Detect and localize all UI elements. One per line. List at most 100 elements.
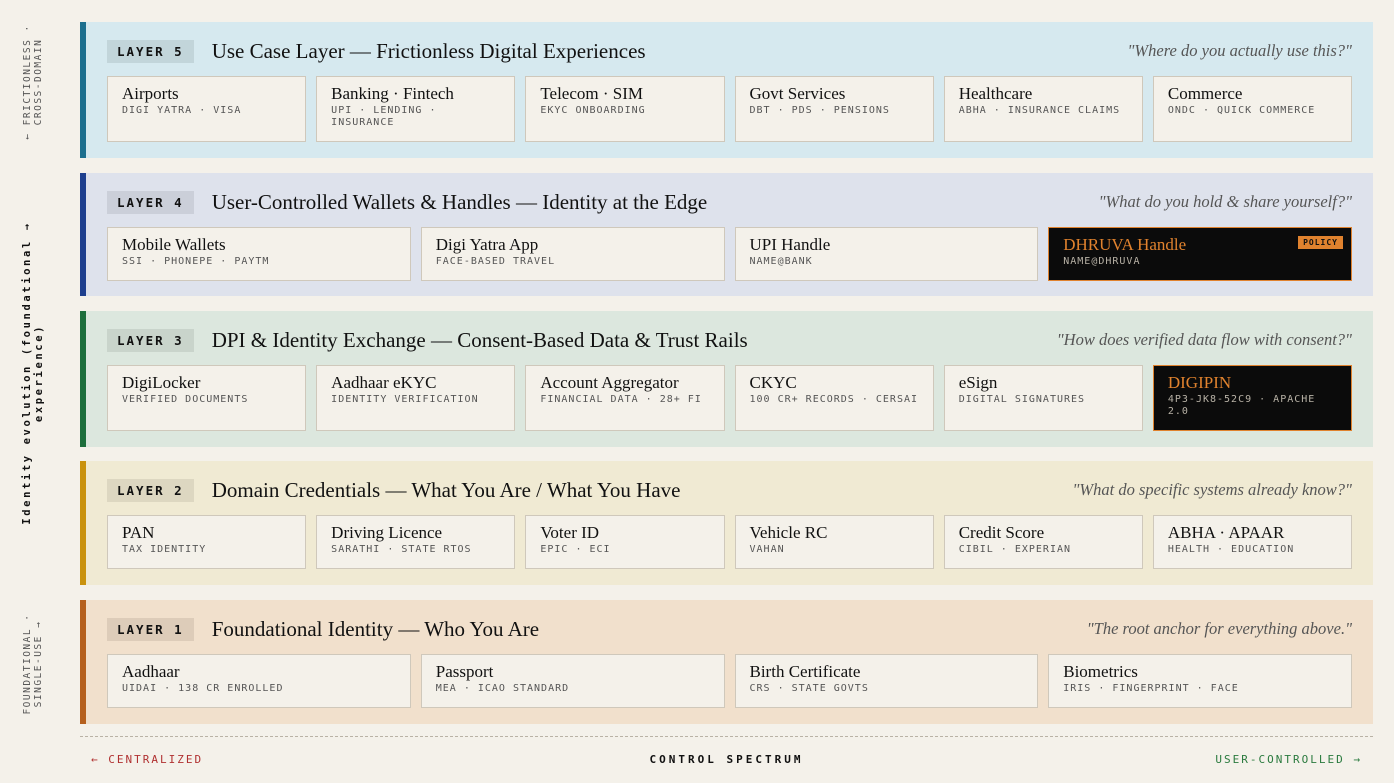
axis-label-foundational-line1: Foundational ·	[22, 613, 33, 715]
card-title: PAN	[122, 523, 155, 542]
card-title: Govt Services	[749, 84, 846, 103]
axis-title-line2: experience)	[33, 323, 45, 423]
card-biometrics: Biometrics IRIS · FINGERPRINT · FACE	[1048, 654, 1352, 708]
layer-4-panel: LAYER 4 User-Controlled Wallets & Handle…	[80, 173, 1373, 296]
layer-question: "What do specific systems already know?"	[1072, 480, 1353, 499]
card-subtitle: FINANCIAL DATA · 28+ FI	[540, 394, 702, 405]
card-subtitle: 4P3-JK8-52C9 · APACHE 2.0	[1167, 394, 1316, 417]
layer-5-panel: LAYER 5 Use Case Layer — Frictionless Di…	[80, 22, 1373, 158]
card-subtitle: CIBIL · EXPERIAN	[958, 544, 1072, 555]
card-subtitle: DIGITAL SIGNATURES	[958, 394, 1086, 405]
card-airports: Airports DIGI YATRA · VISA	[107, 76, 307, 142]
layer-question: "The root anchor for everything above."	[1086, 619, 1352, 638]
card-row: DigiLocker VERIFIED DOCUMENTS Aadhaar eK…	[107, 365, 1353, 431]
card-title: Vehicle RC	[749, 523, 828, 542]
card-subtitle: SSI · PHONEPE · PAYTM	[122, 256, 270, 267]
card-row: PAN TAX IDENTITY Driving Licence SARATHI…	[107, 515, 1353, 569]
layer-tag: LAYER 3	[107, 328, 194, 352]
axis-label-foundational: Foundational · single-use →	[22, 604, 44, 724]
card-row: Aadhaar UIDAI · 138 CR ENROLLED Passport…	[107, 654, 1352, 708]
card-subtitle: IDENTITY VERIFICATION	[331, 394, 479, 405]
card-esign: eSign DIGITAL SIGNATURES	[943, 365, 1143, 431]
layer-3-panel: LAYER 3 DPI & Identity Exchange — Consen…	[80, 311, 1373, 447]
card-title: Digi Yatra App	[435, 235, 539, 254]
card-subtitle: IRIS · FINGERPRINT · FACE	[1063, 683, 1239, 694]
layer-title: Foundational Identity — Who You Are	[211, 616, 540, 641]
card-title: Birth Certificate	[749, 662, 861, 681]
card-title: ABHA · APAAR	[1167, 523, 1285, 542]
card-driving-licence: Driving Licence SARATHI · STATE RTOS	[316, 515, 516, 569]
axis-title-line1: Identity evolution (foundational →	[21, 221, 33, 525]
card-govt-services: Govt Services DBT · PDS · PENSIONS	[734, 76, 934, 142]
card-title: eSign	[958, 373, 998, 392]
card-title: Telecom · SIM	[540, 84, 644, 103]
layer-header: LAYER 2 Domain Credentials — What You Ar…	[107, 477, 1352, 503]
card-title: Commerce	[1167, 84, 1243, 103]
card-abha-apaar: ABHA · APAAR HEALTH · EDUCATION	[1152, 515, 1353, 569]
card-subtitle: UIDAI · 138 CR ENROLLED	[122, 683, 284, 694]
card-title: Driving Licence	[331, 523, 443, 542]
spectrum-right-label: USER-CONTROLLED →	[1215, 753, 1362, 766]
card-title: Credit Score	[958, 523, 1045, 542]
layer-tag: LAYER 1	[107, 617, 194, 641]
card-credit-score: Credit Score CIBIL · EXPERIAN	[943, 515, 1143, 569]
layer-header: LAYER 1 Foundational Identity — Who You …	[107, 616, 1352, 642]
card-subtitle: CRS · STATE GOVTS	[749, 683, 869, 694]
card-title: Passport	[435, 662, 494, 681]
layer-header: LAYER 3 DPI & Identity Exchange — Consen…	[107, 327, 1352, 353]
card-upi-handle: UPI Handle NAME@BANK	[734, 227, 1039, 281]
card-passport: Passport MEA · ICAO STANDARD	[420, 654, 725, 708]
card-subtitle: DBT · PDS · PENSIONS	[749, 105, 890, 116]
card-row: Airports DIGI YATRA · VISA Banking · Fin…	[107, 76, 1353, 142]
card-ckyc: CKYC 100 CR+ RECORDS · CERSAI	[734, 365, 934, 431]
policy-badge: POLICY	[1298, 236, 1343, 249]
card-subtitle: ABHA · INSURANCE CLAIMS	[958, 105, 1121, 116]
card-title: CKYC	[749, 373, 797, 392]
card-digi-yatra-app: Digi Yatra App FACE-BASED TRAVEL	[420, 227, 725, 281]
layer-question: "How does verified data flow with consen…	[1056, 330, 1352, 349]
layer-header: LAYER 4 User-Controlled Wallets & Handle…	[107, 189, 1352, 215]
layer-question: "What do you hold & share yourself?"	[1098, 192, 1352, 211]
layer-question: "Where do you actually use this?"	[1127, 41, 1353, 60]
spectrum-title: CONTROL SPECTRUM	[649, 753, 804, 766]
card-commerce: Commerce ONDC · QUICK COMMERCE	[1152, 76, 1353, 142]
identity-evolution-axis: Foundational · single-use → Identity evo…	[0, 22, 66, 724]
card-pan: PAN TAX IDENTITY	[107, 515, 307, 569]
card-title: Airports	[122, 84, 179, 103]
axis-label-foundational-line2: single-use →	[33, 620, 44, 708]
card-account-aggregator: Account Aggregator FINANCIAL DATA · 28+ …	[525, 365, 725, 431]
layer-1-panel: LAYER 1 Foundational Identity — Who You …	[80, 600, 1373, 724]
card-subtitle: ONDC · QUICK COMMERCE	[1167, 105, 1316, 116]
layer-title: Domain Credentials — What You Are / What…	[211, 477, 681, 502]
card-subtitle: VERIFIED DOCUMENTS	[122, 394, 249, 405]
axis-label-frictionless-line1: ← frictionless ·	[22, 24, 33, 140]
card-voter-id: Voter ID EPIC · ECI	[525, 515, 725, 569]
card-title: Aadhaar	[122, 662, 180, 681]
card-vehicle-rc: Vehicle RC VAHAN	[734, 515, 934, 569]
layer-tag: LAYER 2	[107, 478, 194, 502]
layer-tag: LAYER 4	[107, 190, 194, 214]
card-subtitle: UPI · LENDING · INSURANCE	[331, 105, 437, 128]
card-row: Mobile Wallets SSI · PHONEPE · PAYTM Dig…	[107, 227, 1352, 281]
card-title: Healthcare	[958, 84, 1033, 103]
card-title: DHRUVA Handle	[1063, 235, 1187, 254]
card-subtitle: VAHAN	[749, 544, 785, 555]
card-banking-fintech: Banking · Fintech UPI · LENDING · INSURA…	[316, 76, 516, 142]
layer-tag: LAYER 5	[107, 39, 194, 63]
card-title: UPI Handle	[749, 235, 831, 254]
card-healthcare: Healthcare ABHA · INSURANCE CLAIMS	[943, 76, 1143, 142]
card-title: DigiLocker	[122, 373, 201, 392]
card-mobile-wallets: Mobile Wallets SSI · PHONEPE · PAYTM	[107, 227, 411, 281]
card-aadhaar-ekyc: Aadhaar eKYC IDENTITY VERIFICATION	[316, 365, 516, 431]
card-subtitle: HEALTH · EDUCATION	[1167, 544, 1295, 555]
layer-2-panel: LAYER 2 Domain Credentials — What You Ar…	[80, 461, 1373, 585]
axis-label-frictionless: ← frictionless · cross-domain	[22, 22, 44, 142]
axis-label-frictionless-line2: cross-domain	[33, 38, 44, 126]
card-subtitle: 100 CR+ RECORDS · CERSAI	[749, 394, 919, 405]
card-digipin: DIGIPIN 4P3-JK8-52C9 · APACHE 2.0	[1152, 365, 1353, 431]
card-subtitle: EKYC ONBOARDING	[540, 105, 646, 116]
card-digilocker: DigiLocker VERIFIED DOCUMENTS	[107, 365, 307, 431]
card-title: Mobile Wallets	[122, 235, 226, 254]
card-subtitle: NAME@BANK	[749, 256, 813, 267]
card-subtitle: NAME@DHRUVA	[1063, 256, 1141, 267]
